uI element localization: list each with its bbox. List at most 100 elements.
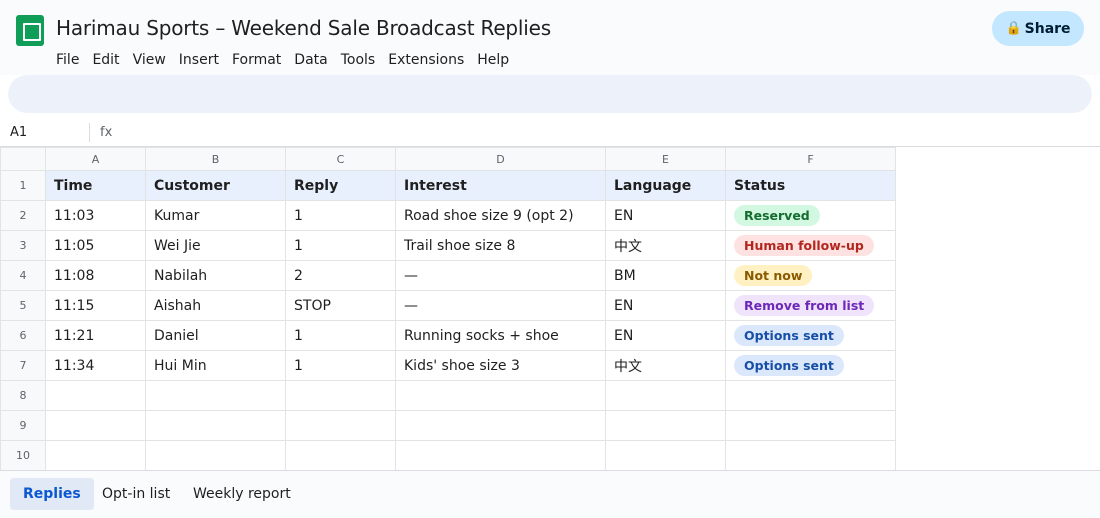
language-cell[interactable]: 中文 bbox=[605, 350, 726, 381]
menu-data[interactable]: Data bbox=[294, 52, 327, 68]
interest-cell[interactable]: Road shoe size 9 (opt 2) bbox=[395, 200, 606, 231]
empty-cell[interactable] bbox=[605, 410, 726, 441]
select-all-corner[interactable] bbox=[0, 147, 46, 171]
row-header[interactable]: 9 bbox=[0, 410, 46, 441]
status-chip[interactable]: Options sent bbox=[734, 355, 844, 376]
empty-cell[interactable] bbox=[395, 440, 606, 471]
column-header-a[interactable]: A bbox=[45, 147, 146, 171]
name-box[interactable]: A1 bbox=[10, 125, 27, 140]
empty-cell[interactable] bbox=[285, 380, 396, 411]
empty-cell[interactable] bbox=[285, 440, 396, 471]
status-cell[interactable]: Human follow-up bbox=[725, 230, 896, 261]
empty-cell[interactable] bbox=[45, 380, 146, 411]
reply-cell[interactable]: 1 bbox=[285, 200, 396, 231]
empty-row: 9 bbox=[0, 410, 896, 441]
interest-cell[interactable]: — bbox=[395, 290, 606, 321]
document-title[interactable]: Harimau Sports – Weekend Sale Broadcast … bbox=[56, 16, 551, 40]
sheet-tab-weekly-report[interactable]: Weekly report bbox=[180, 478, 304, 510]
status-chip[interactable]: Remove from list bbox=[734, 295, 875, 316]
header-cell-reply[interactable]: Reply bbox=[285, 170, 396, 201]
menu-view[interactable]: View bbox=[133, 52, 166, 68]
empty-cell[interactable] bbox=[605, 380, 726, 411]
menu-edit[interactable]: Edit bbox=[92, 52, 119, 68]
row-header[interactable]: 6 bbox=[0, 320, 46, 351]
row-header[interactable]: 1 bbox=[0, 170, 46, 201]
status-cell[interactable]: Not now bbox=[725, 260, 896, 291]
interest-cell[interactable]: Trail shoe size 8 bbox=[395, 230, 606, 261]
row-header[interactable]: 8 bbox=[0, 380, 46, 411]
customer-cell[interactable]: Aishah bbox=[145, 290, 286, 321]
time-cell[interactable]: 11:15 bbox=[45, 290, 146, 321]
interest-cell[interactable]: Running socks + shoe bbox=[395, 320, 606, 351]
empty-cell[interactable] bbox=[725, 440, 896, 471]
row-header[interactable]: 7 bbox=[0, 350, 46, 381]
language-cell[interactable]: EN bbox=[605, 320, 726, 351]
customer-cell[interactable]: Nabilah bbox=[145, 260, 286, 291]
row-header[interactable]: 2 bbox=[0, 200, 46, 231]
customer-cell[interactable]: Kumar bbox=[145, 200, 286, 231]
time-cell[interactable]: 11:34 bbox=[45, 350, 146, 381]
empty-cell[interactable] bbox=[395, 410, 606, 441]
empty-cell[interactable] bbox=[725, 410, 896, 441]
column-header-f[interactable]: F bbox=[725, 147, 896, 171]
column-header-e[interactable]: E bbox=[605, 147, 726, 171]
time-cell[interactable]: 11:08 bbox=[45, 260, 146, 291]
status-chip[interactable]: Not now bbox=[734, 265, 813, 286]
empty-cell[interactable] bbox=[45, 440, 146, 471]
column-header-c[interactable]: C bbox=[285, 147, 396, 171]
header-cell-customer[interactable]: Customer bbox=[145, 170, 286, 201]
menu-tools[interactable]: Tools bbox=[341, 52, 376, 68]
column-header-d[interactable]: D bbox=[395, 147, 606, 171]
customer-cell[interactable]: Wei Jie bbox=[145, 230, 286, 261]
empty-cell[interactable] bbox=[145, 380, 286, 411]
status-cell[interactable]: Options sent bbox=[725, 320, 896, 351]
time-cell[interactable]: 11:03 bbox=[45, 200, 146, 231]
header-cell-language[interactable]: Language bbox=[605, 170, 726, 201]
column-header-b[interactable]: B bbox=[145, 147, 286, 171]
time-cell[interactable]: 11:21 bbox=[45, 320, 146, 351]
menu-extensions[interactable]: Extensions bbox=[388, 52, 464, 68]
reply-cell[interactable]: 1 bbox=[285, 320, 396, 351]
reply-cell[interactable]: 2 bbox=[285, 260, 396, 291]
customer-cell[interactable]: Hui Min bbox=[145, 350, 286, 381]
menu-insert[interactable]: Insert bbox=[179, 52, 219, 68]
status-chip[interactable]: Reserved bbox=[734, 205, 820, 226]
share-button[interactable]: 🔒 Share bbox=[992, 11, 1084, 46]
status-chip[interactable]: Options sent bbox=[734, 325, 844, 346]
language-cell[interactable]: EN bbox=[605, 200, 726, 231]
row-header[interactable]: 3 bbox=[0, 230, 46, 261]
menu-format[interactable]: Format bbox=[232, 52, 281, 68]
empty-cell[interactable] bbox=[285, 410, 396, 441]
status-chip[interactable]: Human follow-up bbox=[734, 235, 874, 256]
sheets-logo-icon[interactable] bbox=[16, 15, 44, 46]
reply-cell[interactable]: 1 bbox=[285, 350, 396, 381]
row-header[interactable]: 5 bbox=[0, 290, 46, 321]
header-cell-status[interactable]: Status bbox=[725, 170, 896, 201]
customer-cell[interactable]: Daniel bbox=[145, 320, 286, 351]
sheet-tab-replies[interactable]: Replies bbox=[10, 478, 94, 510]
row-header[interactable]: 10 bbox=[0, 440, 46, 471]
header-cell-interest[interactable]: Interest bbox=[395, 170, 606, 201]
empty-cell[interactable] bbox=[45, 410, 146, 441]
language-cell[interactable]: EN bbox=[605, 290, 726, 321]
language-cell[interactable]: 中文 bbox=[605, 230, 726, 261]
interest-cell[interactable]: Kids' shoe size 3 bbox=[395, 350, 606, 381]
menu-help[interactable]: Help bbox=[477, 52, 509, 68]
status-cell[interactable]: Remove from list bbox=[725, 290, 896, 321]
header-cell-time[interactable]: Time bbox=[45, 170, 146, 201]
interest-cell[interactable]: — bbox=[395, 260, 606, 291]
empty-cell[interactable] bbox=[605, 440, 726, 471]
sheet-tab-opt-in-list[interactable]: Opt-in list bbox=[89, 478, 183, 510]
reply-cell[interactable]: STOP bbox=[285, 290, 396, 321]
empty-cell[interactable] bbox=[725, 380, 896, 411]
empty-cell[interactable] bbox=[145, 410, 286, 441]
row-header[interactable]: 4 bbox=[0, 260, 46, 291]
time-cell[interactable]: 11:05 bbox=[45, 230, 146, 261]
empty-cell[interactable] bbox=[145, 440, 286, 471]
status-cell[interactable]: Options sent bbox=[725, 350, 896, 381]
menu-file[interactable]: File bbox=[56, 52, 79, 68]
reply-cell[interactable]: 1 bbox=[285, 230, 396, 261]
status-cell[interactable]: Reserved bbox=[725, 200, 896, 231]
language-cell[interactable]: BM bbox=[605, 260, 726, 291]
empty-cell[interactable] bbox=[395, 380, 606, 411]
